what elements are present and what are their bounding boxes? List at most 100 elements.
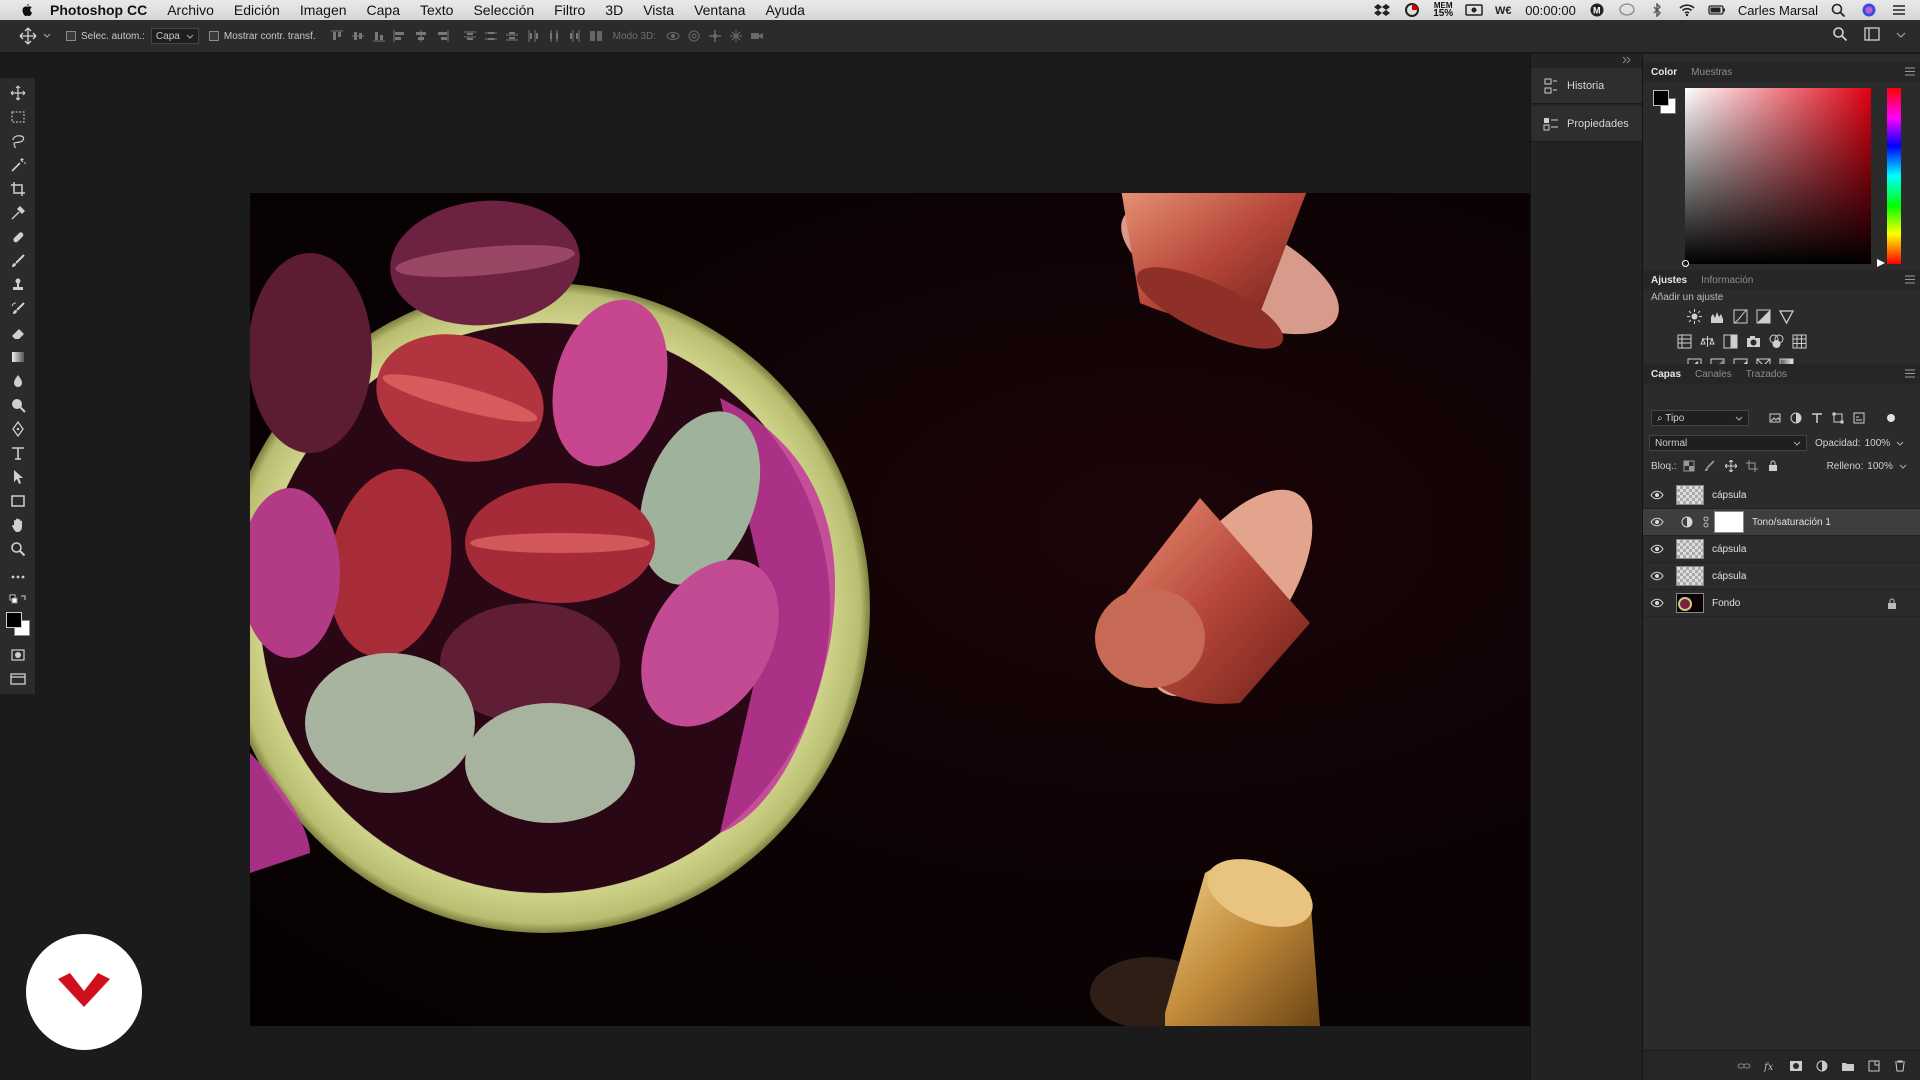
type-tool-icon[interactable] <box>8 444 28 462</box>
menu-ayuda[interactable]: Ayuda <box>765 2 804 18</box>
history-panel-button[interactable]: Historia <box>1531 68 1643 104</box>
tab-capas[interactable]: Capas <box>1651 369 1681 380</box>
properties-panel-button[interactable]: Propiedades <box>1531 106 1643 142</box>
exposure-icon[interactable] <box>1756 309 1771 324</box>
layer-filter-dropdown[interactable]: ⌕ Tipo <box>1651 410 1749 426</box>
menubar-user[interactable]: Carles Marsal <box>1738 3 1818 18</box>
dropbox-icon[interactable] <box>1373 3 1391 17</box>
swap-colors-icon[interactable] <box>8 590 28 608</box>
quick-mask-icon[interactable] <box>8 646 28 664</box>
menu-seleccion[interactable]: Selección <box>473 2 534 18</box>
pen-tool-icon[interactable] <box>8 420 28 438</box>
layer-name[interactable]: Fondo <box>1712 598 1740 609</box>
wifi-icon[interactable] <box>1678 3 1696 17</box>
path-selection-tool-icon[interactable] <box>8 468 28 486</box>
chevron-down-icon[interactable] <box>1896 26 1906 42</box>
layer-mask-thumbnail[interactable] <box>1714 511 1744 533</box>
distribute-right-icon[interactable] <box>568 30 582 42</box>
tab-canales[interactable]: Canales <box>1695 369 1732 380</box>
distribute-left-icon[interactable] <box>526 30 540 42</box>
menu-imagen[interactable]: Imagen <box>300 2 347 18</box>
more-tools-icon[interactable] <box>8 568 28 586</box>
link-layers-icon[interactable] <box>1737 1060 1751 1072</box>
lock-icon[interactable] <box>1887 598 1897 609</box>
layer-name[interactable]: cápsula <box>1712 544 1746 555</box>
move-tool-icon[interactable] <box>8 84 28 102</box>
tab-trazados[interactable]: Trazados <box>1746 369 1787 380</box>
eye-icon[interactable] <box>1650 490 1664 500</box>
layer-row-capsula-2[interactable]: cápsula <box>1643 536 1920 563</box>
new-layer-icon[interactable] <box>1867 1060 1881 1072</box>
filter-adjustment-icon[interactable] <box>1790 412 1802 424</box>
layer-style-fx-icon[interactable]: fx <box>1763 1060 1777 1072</box>
layer-name[interactable]: cápsula <box>1712 571 1746 582</box>
eye-icon[interactable] <box>1650 517 1664 527</box>
eye-icon[interactable] <box>1650 571 1664 581</box>
eye-icon[interactable] <box>1650 598 1664 608</box>
distribute-hcenter-icon[interactable] <box>547 30 561 42</box>
color-lookup-icon[interactable] <box>1792 334 1807 349</box>
menu-texto[interactable]: Texto <box>420 2 453 18</box>
wacom-icon[interactable]: W€ <box>1495 3 1513 17</box>
roll-3d-icon[interactable] <box>687 30 701 42</box>
zoom-tool-icon[interactable] <box>8 540 28 558</box>
clone-stamp-tool-icon[interactable] <box>8 276 28 294</box>
align-bottom-icon[interactable] <box>372 30 386 42</box>
menu-app-name[interactable]: Photoshop CC <box>50 2 147 18</box>
lock-transparent-icon[interactable] <box>1683 460 1695 472</box>
color-balance-icon[interactable] <box>1700 334 1715 349</box>
chevron-down-icon[interactable] <box>1899 462 1907 470</box>
menu-filtro[interactable]: Filtro <box>554 2 585 18</box>
auto-select-dropdown[interactable]: Capa <box>150 28 199 44</box>
slide-3d-icon[interactable] <box>729 30 743 42</box>
panel-menu-icon[interactable] <box>1905 275 1915 284</box>
layer-name[interactable]: cápsula <box>1712 490 1746 501</box>
blur-tool-icon[interactable] <box>8 372 28 390</box>
photo-filter-icon[interactable] <box>1746 334 1761 349</box>
menu-capa[interactable]: Capa <box>367 2 400 18</box>
menu-edicion[interactable]: Edición <box>234 2 280 18</box>
fill-value[interactable]: 100% <box>1867 461 1893 472</box>
layer-name[interactable]: Tono/saturación 1 <box>1752 517 1831 528</box>
battery-icon[interactable] <box>1708 3 1726 17</box>
new-group-icon[interactable] <box>1841 1060 1855 1072</box>
distribute-vcenter-icon[interactable] <box>484 30 498 42</box>
dodge-tool-icon[interactable] <box>8 396 28 414</box>
channel-mixer-icon[interactable] <box>1769 334 1784 349</box>
color-picker-marker[interactable] <box>1682 260 1689 267</box>
screen-record-icon[interactable] <box>1465 3 1483 17</box>
filter-shape-icon[interactable] <box>1832 412 1844 424</box>
show-transform-checkbox[interactable] <box>208 31 219 41</box>
workspace-icon[interactable] <box>1864 26 1880 42</box>
panel-menu-icon[interactable] <box>1905 369 1915 378</box>
filter-pixel-icon[interactable] <box>1769 412 1781 424</box>
curves-icon[interactable] <box>1733 309 1748 324</box>
delete-layer-icon[interactable] <box>1893 1060 1907 1072</box>
marquee-tool-icon[interactable] <box>8 108 28 126</box>
hand-tool-icon[interactable] <box>8 516 28 534</box>
search-icon[interactable] <box>1832 26 1848 42</box>
brightness-contrast-icon[interactable] <box>1687 309 1702 324</box>
link-icon[interactable] <box>1703 516 1709 528</box>
chevron-down-icon[interactable] <box>42 31 52 41</box>
magic-wand-tool-icon[interactable] <box>8 156 28 174</box>
history-brush-tool-icon[interactable] <box>8 300 28 318</box>
auto-align-icon[interactable] <box>589 30 603 42</box>
layer-row-fondo[interactable]: Fondo <box>1643 590 1920 617</box>
filter-type-icon[interactable] <box>1811 412 1823 424</box>
memory-icon[interactable] <box>1403 3 1421 17</box>
chevron-down-icon[interactable] <box>1896 439 1904 447</box>
tab-color[interactable]: Color <box>1651 67 1677 78</box>
camera-3d-icon[interactable] <box>750 30 764 42</box>
menu-archivo[interactable]: Archivo <box>167 2 214 18</box>
auto-select-checkbox[interactable] <box>66 31 76 41</box>
bluetooth-icon[interactable] <box>1648 3 1666 17</box>
document-canvas[interactable] <box>250 193 1540 1026</box>
distribute-bottom-icon[interactable] <box>505 30 519 42</box>
menu-ventana[interactable]: Ventana <box>694 2 745 18</box>
apple-icon[interactable] <box>18 2 34 18</box>
screen-mode-icon[interactable] <box>8 670 28 688</box>
filter-smart-object-icon[interactable] <box>1853 412 1865 424</box>
levels-icon[interactable] <box>1710 309 1725 324</box>
document-area[interactable] <box>37 54 1540 1080</box>
